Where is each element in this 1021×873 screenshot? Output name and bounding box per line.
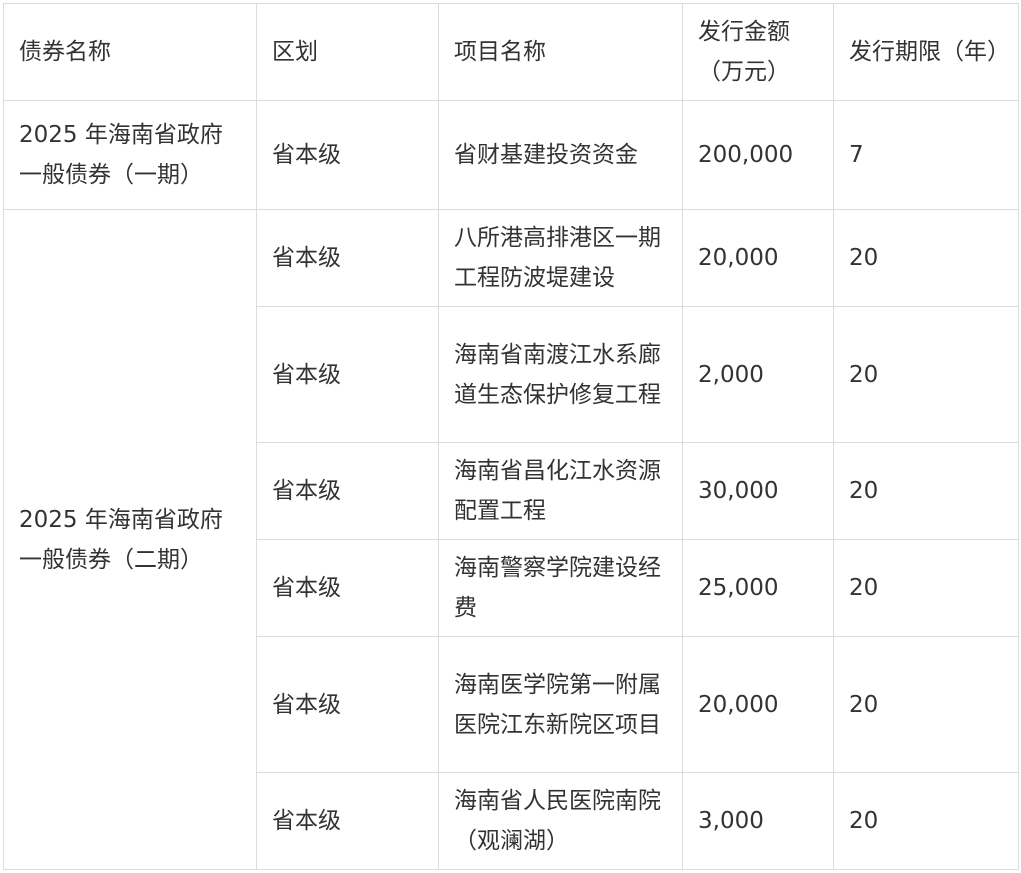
amount-cell: 3,000 <box>682 772 834 870</box>
table-header-row: 债券名称 区划 项目名称 发行金额（万元） 发行期限（年） <box>3 3 1019 101</box>
bond-name-cell: 2025 年海南省政府一般债券（二期） <box>3 209 257 870</box>
amount-cell: 20,000 <box>682 636 834 773</box>
header-term: 发行期限（年） <box>833 3 1019 101</box>
project-name-cell: 海南医学院第一附属医院江东新院区项目 <box>438 636 683 773</box>
term-cell: 20 <box>833 442 1019 540</box>
project-name-cell: 海南省人民医院南院（观澜湖） <box>438 772 683 870</box>
term-cell: 20 <box>833 772 1019 870</box>
amount-cell: 200,000 <box>682 100 834 210</box>
table-row: 2025 年海南省政府一般债券（一期） 省本级 省财基建投资资金 200,000… <box>3 100 1019 210</box>
project-name-cell: 海南警察学院建设经费 <box>438 539 683 637</box>
region-cell: 省本级 <box>256 772 439 870</box>
header-amount: 发行金额（万元） <box>682 3 834 101</box>
bond-name-cell: 2025 年海南省政府一般债券（一期） <box>3 100 257 210</box>
amount-cell: 20,000 <box>682 209 834 307</box>
term-cell: 7 <box>833 100 1019 210</box>
project-name-cell: 海南省昌化江水资源配置工程 <box>438 442 683 540</box>
region-cell: 省本级 <box>256 209 439 307</box>
region-cell: 省本级 <box>256 306 439 443</box>
region-cell: 省本级 <box>256 100 439 210</box>
header-region: 区划 <box>256 3 439 101</box>
term-cell: 20 <box>833 636 1019 773</box>
project-name-cell: 八所港高排港区一期工程防波堤建设 <box>438 209 683 307</box>
region-cell: 省本级 <box>256 636 439 773</box>
header-bond-name: 债券名称 <box>3 3 257 101</box>
project-name-cell: 省财基建投资资金 <box>438 100 683 210</box>
region-cell: 省本级 <box>256 539 439 637</box>
region-cell: 省本级 <box>256 442 439 540</box>
amount-cell: 30,000 <box>682 442 834 540</box>
amount-cell: 2,000 <box>682 306 834 443</box>
project-name-cell: 海南省南渡江水系廊道生态保护修复工程 <box>438 306 683 443</box>
bond-issuance-table: 债券名称 区划 项目名称 发行金额（万元） 发行期限（年） 2025 年海南省政… <box>3 3 1019 870</box>
term-cell: 20 <box>833 539 1019 637</box>
term-cell: 20 <box>833 306 1019 443</box>
table-row: 2025 年海南省政府一般债券（二期） 省本级 八所港高排港区一期工程防波堤建设… <box>3 209 1019 870</box>
header-project-name: 项目名称 <box>438 3 683 101</box>
amount-cell: 25,000 <box>682 539 834 637</box>
term-cell: 20 <box>833 209 1019 307</box>
